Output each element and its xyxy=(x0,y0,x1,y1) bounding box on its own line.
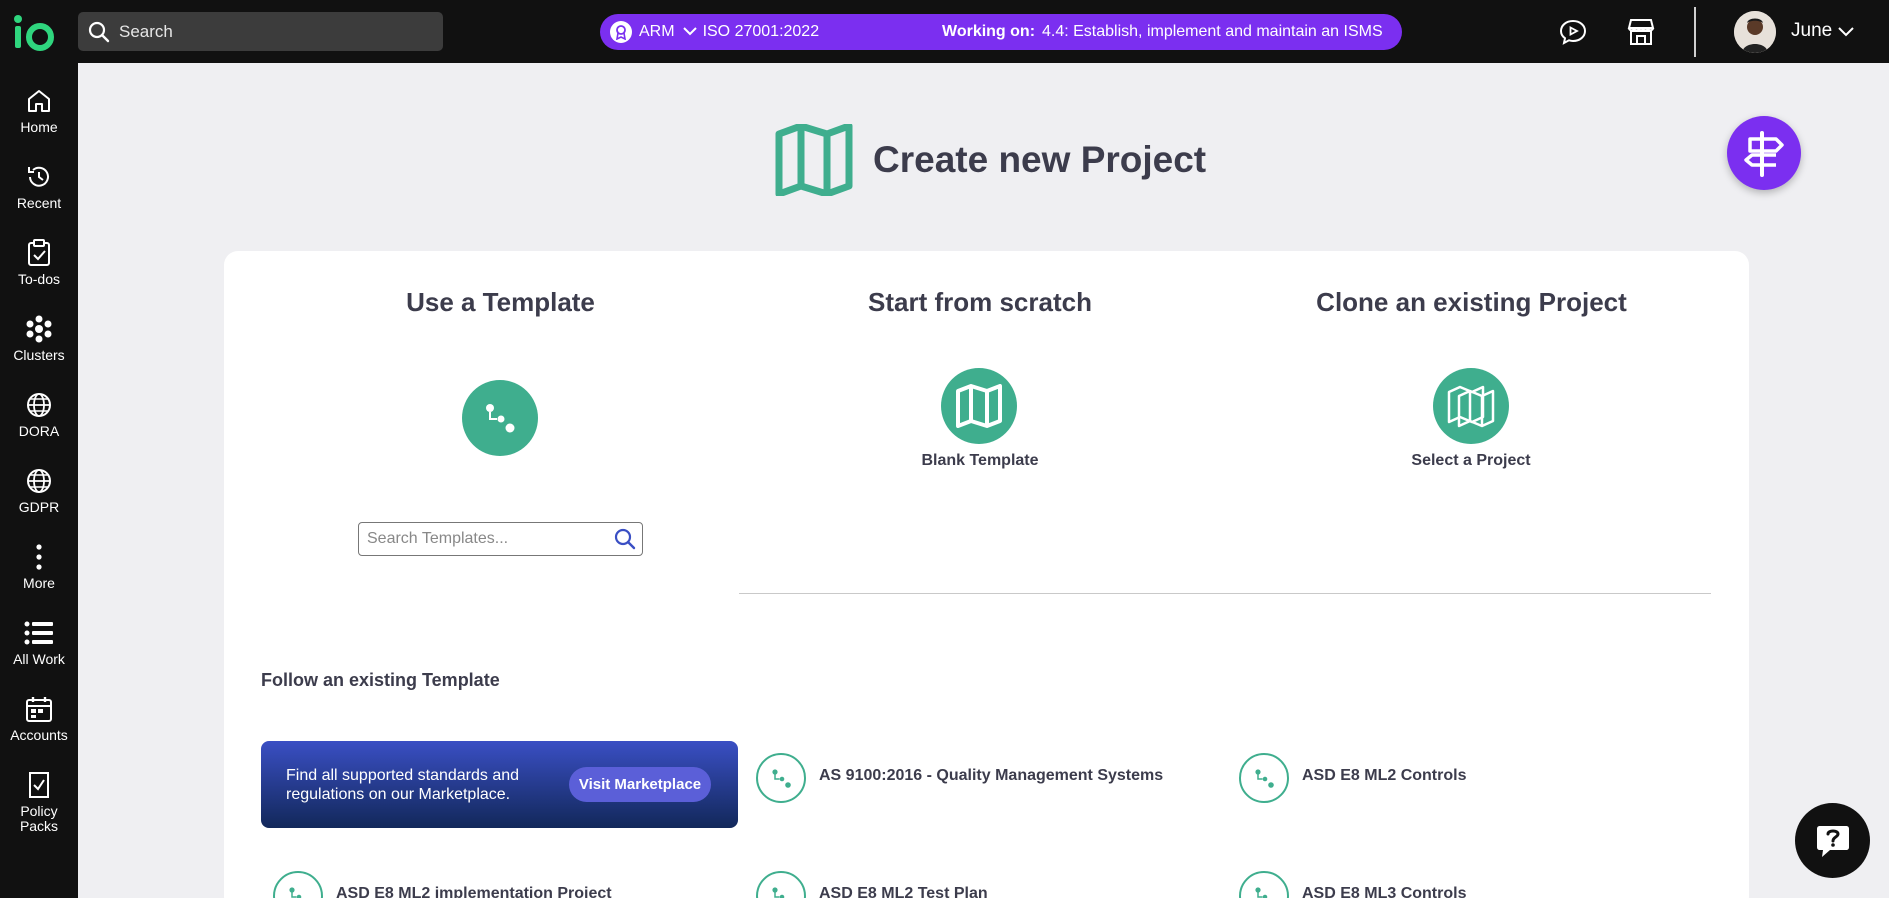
use-template-button[interactable] xyxy=(462,380,538,456)
clipboard-check-icon xyxy=(24,238,54,268)
template-tree-icon xyxy=(273,871,323,898)
marketplace-text: Find all supported standards and regulat… xyxy=(286,767,520,803)
globe-icon xyxy=(24,466,54,496)
sidebar-item-dora[interactable]: DORA xyxy=(0,390,78,439)
select-project-button[interactable] xyxy=(1433,368,1509,444)
template-tree-icon xyxy=(1239,753,1289,803)
sidebar-item-label: Home xyxy=(20,119,58,135)
global-search[interactable]: Search xyxy=(78,12,443,51)
select-project-label[interactable]: Select a Project xyxy=(1396,452,1546,470)
list-item[interactable]: ASD E8 ML3 Controls xyxy=(1239,871,1466,898)
history-icon xyxy=(24,162,54,192)
sidebar-item-label: DORA xyxy=(18,423,60,439)
template-search-input[interactable] xyxy=(367,530,607,548)
template-name: ASD E8 ML2 implementation Project xyxy=(336,885,612,898)
start-scratch-title: Start from scratch xyxy=(868,287,1092,317)
video-chat-icon[interactable] xyxy=(1556,15,1590,49)
list-item[interactable]: ASD E8 ML2 implementation Project xyxy=(273,871,612,898)
list-item[interactable]: ASD E8 ML2 Test Plan xyxy=(756,871,988,898)
working-context-pill[interactable]: ARM ISO 27001:2022 Working on: 4.4: Esta… xyxy=(600,14,1402,50)
map-icon xyxy=(775,124,853,196)
calendar-icon xyxy=(24,694,54,724)
template-tree-icon xyxy=(1239,871,1289,898)
blank-template-label[interactable]: Blank Template xyxy=(900,452,1060,470)
list-icon xyxy=(24,618,54,648)
sidebar-item-gdpr[interactable]: GDPR xyxy=(0,466,78,515)
template-name: ASD E8 ML3 Controls xyxy=(1302,885,1467,898)
page-title: Create new Project xyxy=(873,139,1207,180)
sidebar-item-label: More xyxy=(23,575,55,591)
globe-icon xyxy=(24,390,54,420)
search-icon[interactable] xyxy=(614,528,636,555)
map-icon xyxy=(956,384,1002,428)
template-name: ASD E8 ML2 Controls xyxy=(1302,767,1467,784)
sidebar: Home Recent To-dos Clusters DORA GDPR Mo… xyxy=(0,63,78,898)
sidebar-item-label: Clusters xyxy=(13,347,65,363)
clusters-icon xyxy=(24,314,54,344)
sidebar-item-accounts[interactable]: Accounts xyxy=(0,694,78,743)
user-name[interactable]: June xyxy=(1791,20,1832,42)
clone-project-title: Clone an existing Project xyxy=(1316,287,1627,317)
topbar-divider xyxy=(1694,7,1696,57)
chevron-down-icon[interactable] xyxy=(682,23,697,41)
sidebar-item-todos[interactable]: To-dos xyxy=(0,238,78,287)
top-bar: Search ARM ISO 27001:2022 Working on: 4.… xyxy=(0,0,1889,63)
template-search[interactable] xyxy=(358,522,643,556)
sidebar-item-label: All Work xyxy=(13,651,65,667)
sidebar-item-label: Accounts xyxy=(10,727,68,743)
signpost-icon xyxy=(1744,131,1784,177)
sidebar-item-label: Policy Packs xyxy=(19,803,59,834)
clone-map-icon xyxy=(1447,385,1495,428)
avatar[interactable] xyxy=(1734,11,1776,53)
sidebar-item-clusters[interactable]: Clusters xyxy=(0,314,78,363)
sidebar-item-policy-packs[interactable]: Policy Packs xyxy=(0,770,78,834)
blank-template-button[interactable] xyxy=(941,368,1017,444)
award-icon xyxy=(610,21,632,43)
app-logo[interactable] xyxy=(12,12,56,52)
template-tree-icon xyxy=(756,753,806,803)
template-name: AS 9100:2016 - Quality Management System… xyxy=(819,767,1164,784)
sidebar-item-label: GDPR xyxy=(18,499,60,515)
marketplace-banner: Find all supported standards and regulat… xyxy=(261,741,738,828)
use-template-title: Use a Template xyxy=(406,287,595,317)
sidebar-item-label: To-dos xyxy=(17,271,61,287)
list-item[interactable]: AS 9100:2016 - Quality Management System… xyxy=(756,753,1163,803)
search-icon xyxy=(88,21,110,42)
working-on-task[interactable]: 4.4: Establish, implement and maintain a… xyxy=(1042,23,1383,41)
sidebar-item-recent[interactable]: Recent xyxy=(0,162,78,211)
sidebar-item-all-work[interactable]: All Work xyxy=(0,618,78,667)
chat-help-icon xyxy=(1816,825,1849,857)
sidebar-item-home[interactable]: Home xyxy=(0,86,78,135)
io-logo-icon xyxy=(14,15,54,51)
working-on-label: Working on: xyxy=(942,23,1036,40)
more-vertical-icon xyxy=(24,542,54,572)
visit-marketplace-button[interactable]: Visit Marketplace xyxy=(569,767,711,802)
policy-icon xyxy=(24,770,54,800)
sidebar-item-more[interactable]: More xyxy=(0,542,78,591)
template-tree-icon xyxy=(486,404,515,433)
standard-name: ISO 27001:2022 xyxy=(702,23,820,40)
support-chat-button[interactable] xyxy=(1795,803,1870,878)
section-divider xyxy=(739,593,1711,594)
sidebar-item-label: Recent xyxy=(16,195,62,211)
guide-button[interactable] xyxy=(1727,116,1801,190)
home-icon xyxy=(24,86,54,116)
template-name: ASD E8 ML2 Test Plan xyxy=(819,885,988,898)
list-item[interactable]: ASD E8 ML2 Controls xyxy=(1239,753,1466,803)
page-header: Create new Project xyxy=(775,124,1206,196)
template-tree-icon xyxy=(756,871,806,898)
marketplace-store-icon[interactable] xyxy=(1624,15,1658,49)
chevron-down-icon[interactable] xyxy=(1838,24,1854,42)
follow-template-title: Follow an existing Template xyxy=(261,670,500,690)
search-placeholder: Search xyxy=(119,21,173,41)
framework-abbr: ARM xyxy=(639,23,675,40)
